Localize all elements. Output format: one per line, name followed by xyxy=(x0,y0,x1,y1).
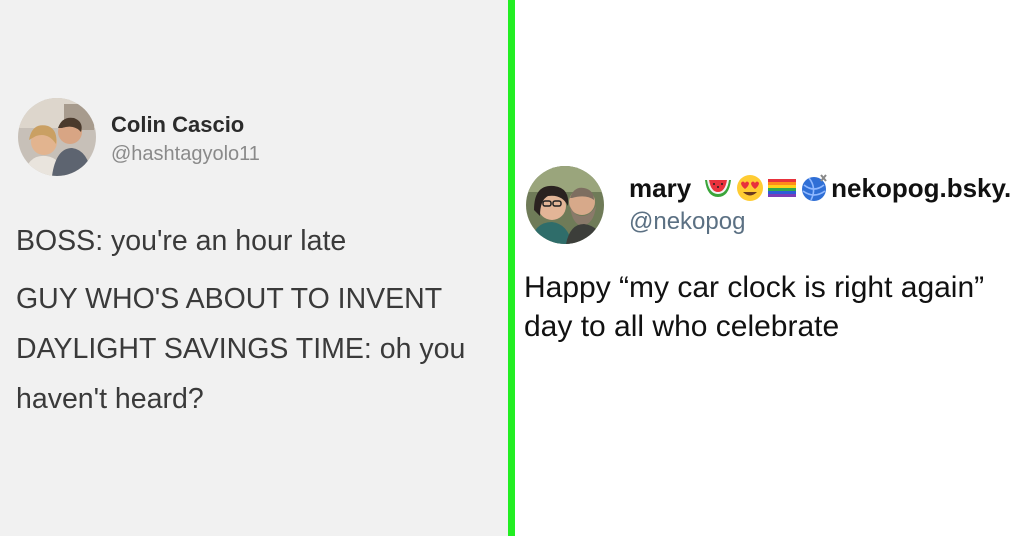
author-name-row[interactable]: mary nekopog.bsky. xyxy=(629,171,1011,205)
author-name: mary xyxy=(629,172,692,203)
name-emojis xyxy=(703,173,831,203)
profile-photo-icon xyxy=(18,98,96,176)
heart-eyes-icon xyxy=(737,175,764,201)
author-handle[interactable]: @nekopog xyxy=(629,208,745,236)
watermelon-icon xyxy=(705,180,732,197)
rainbow-flag-icon xyxy=(768,179,797,197)
author-name-suffix: nekopog.bsky. xyxy=(831,172,1012,203)
right-tweet-card: mary nekopog.bsky. @nekopog Happy “my ca… xyxy=(515,0,1024,536)
tweet-text: BOSS: you're an hour late GUY WHO'S ABOU… xyxy=(16,216,502,432)
profile-photo-icon xyxy=(526,166,604,244)
author-name[interactable]: Colin Cascio xyxy=(111,112,244,138)
left-tweet-card: Colin Cascio @hashtagyolo11 BOSS: you're… xyxy=(0,0,508,536)
tweet-text: Happy “my car clock is right again” day … xyxy=(524,271,985,343)
tweet-text-line: GUY WHO'S ABOUT TO INVENT DAYLIGHT SAVIN… xyxy=(16,283,466,415)
author-handle[interactable]: @hashtagyolo11 xyxy=(111,143,260,166)
right-avatar[interactable] xyxy=(526,166,604,244)
tweet-text-line: BOSS: you're an hour late xyxy=(16,225,347,257)
left-avatar[interactable] xyxy=(18,98,96,176)
yarn-ball-icon xyxy=(802,174,827,201)
green-divider xyxy=(508,0,515,536)
